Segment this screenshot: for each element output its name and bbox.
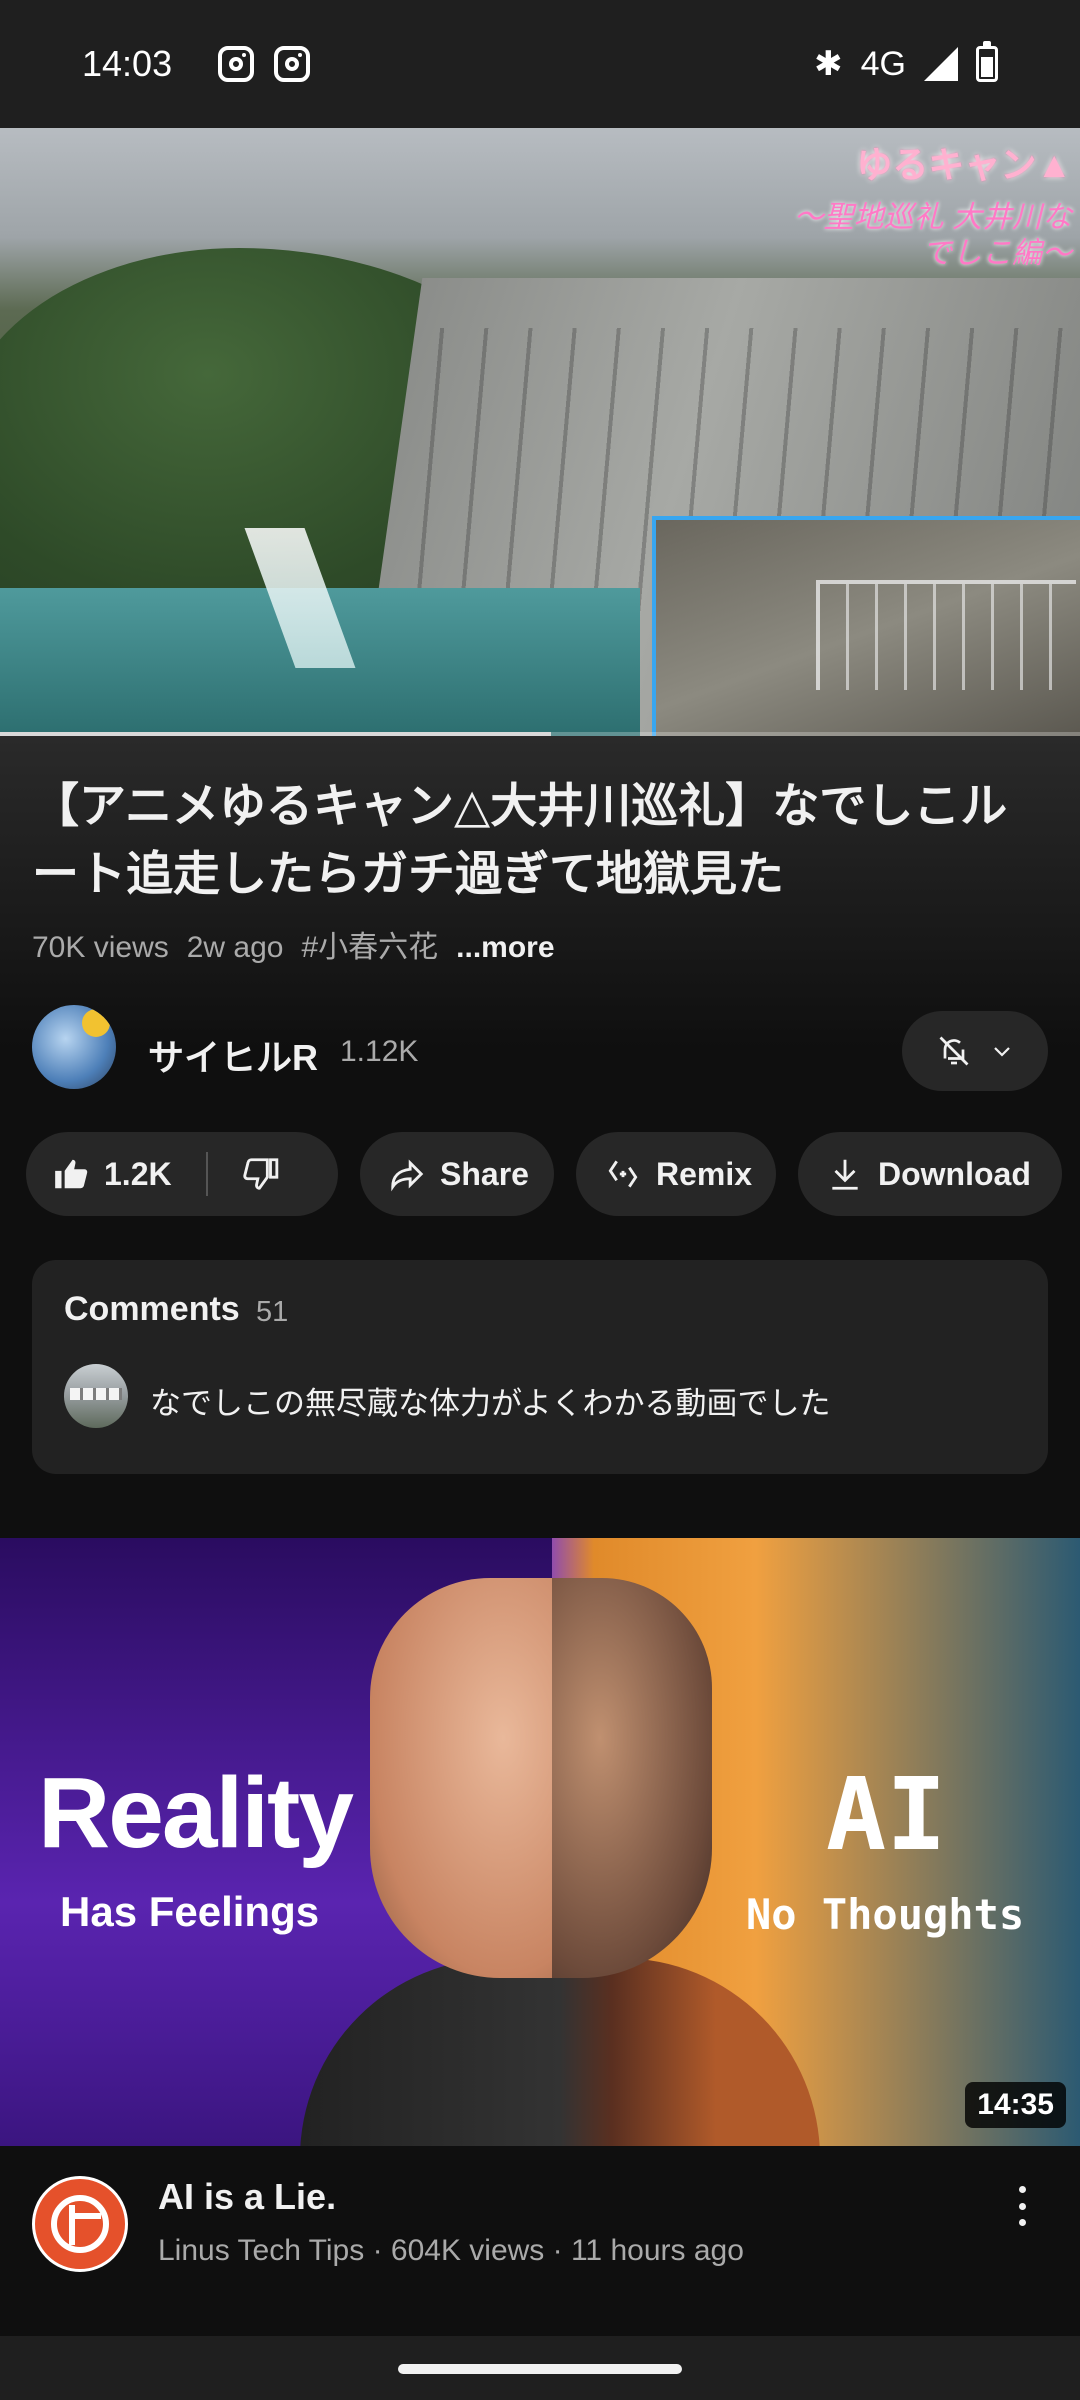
battery-icon [976,41,998,82]
video-overlay-caption: 〜聖地巡礼 大井川なでしこ編〜 [793,201,1072,270]
inset-railing [816,580,1076,690]
ltt-logo [51,2195,109,2253]
like-divider [205,1152,208,1196]
thumbnail-face-right [552,1578,712,1978]
subscriber-count: 1.12K [340,1035,419,1068]
commenter-avatar [64,1364,128,1428]
instagram-icon [274,46,311,82]
video-title[interactable]: 【アニメゆるキャン△大井川巡礼】なでしこルート追走したらガチ過ぎて地獄見た [32,772,1048,908]
thumbnail-text-has-feelings: Has Feelings [60,1888,320,1935]
more-link[interactable]: ...more [456,931,554,965]
top-comment-text: なでしこの無尽蔵な体力がよくわかる動画でした [150,1386,831,1421]
thumbnail-text-reality: Reality [38,1757,354,1869]
thumbnail-face-left [370,1578,560,1978]
comments-heading: Comments [64,1290,240,1328]
channel-row: サイヒルR 1.12K [0,1005,1080,1097]
share-label: Share [440,1155,529,1192]
status-bar: 14:03 ✱ 4G [0,0,1080,128]
hashtag-link[interactable]: #小春六花 [301,922,438,966]
share-button[interactable]: Share [360,1132,554,1216]
home-handle[interactable] [398,2364,682,2374]
chevron-down-icon [994,1047,1010,1057]
video-inset-frame [652,516,1080,736]
download-button[interactable]: Download [798,1132,1062,1216]
next-video-meta: Linus Tech Tips · 604K views · 11 hours … [158,2234,744,2267]
channel-avatar[interactable] [32,1005,116,1089]
comments-card[interactable]: Comments 51 なでしこの無尽蔵な体力がよくわかる動画でした [32,1260,1048,1474]
video-duration-badge: 14:35 [965,2082,1066,2128]
bell-off-icon [939,1036,969,1066]
remix-icon [608,1160,638,1188]
remix-label: Remix [656,1155,753,1192]
signal-icon [924,47,958,81]
dislike-icon[interactable] [242,1155,280,1193]
remix-button[interactable]: Remix [576,1132,776,1216]
thumbnail-text-ai: AI [826,1756,947,1873]
instagram-icon [218,46,255,82]
video-info: 【アニメゆるキャン△大井川巡礼】なでしこルート追走したらガチ過ぎて地獄見た 70… [0,736,1080,1048]
more-options-icon[interactable] [1016,2186,1028,2226]
bluetooth-icon: ✱ [814,45,843,83]
view-count: 70K views [32,931,169,964]
like-icon[interactable] [52,1155,90,1193]
gesture-nav-bar [0,2336,1080,2400]
video-meta[interactable]: 70K views 2w ago #小春六花 ...more [32,922,555,966]
video-overlay-logo: ゆるキャン▲ [856,144,1072,185]
video-player[interactable]: ゆるキャン▲ 〜聖地巡礼 大井川なでしこ編〜 [0,128,1080,736]
download-icon [832,1159,858,1190]
status-time: 14:03 [82,43,173,84]
comments-count: 51 [256,1296,289,1328]
upload-age: 2w ago [186,931,284,964]
share-icon [391,1159,424,1192]
action-bar: 1.2K Share Remix Download [26,1132,1062,1216]
channel-name[interactable]: サイヒルR [148,1029,318,1081]
thumbnail-text-no-thoughts: No Thoughts [746,1890,1025,1939]
like-dislike-group: 1.2K [26,1132,338,1216]
next-video-info[interactable]: AI is a Lie. Linus Tech Tips · 604K view… [0,2146,1080,2336]
next-video-title[interactable]: AI is a Lie. [158,2176,336,2218]
like-count[interactable]: 1.2K [104,1156,172,1193]
download-label: Download [878,1155,1031,1192]
subscription-notification-button[interactable] [902,1011,1048,1091]
network-type: 4G [860,44,906,83]
next-video-thumbnail[interactable]: Reality Has Feelings AI No Thoughts 14:3… [0,1538,1080,2146]
channel-avatar-ltt[interactable] [32,2176,128,2272]
status-indicators: ✱ 4G [814,41,998,84]
